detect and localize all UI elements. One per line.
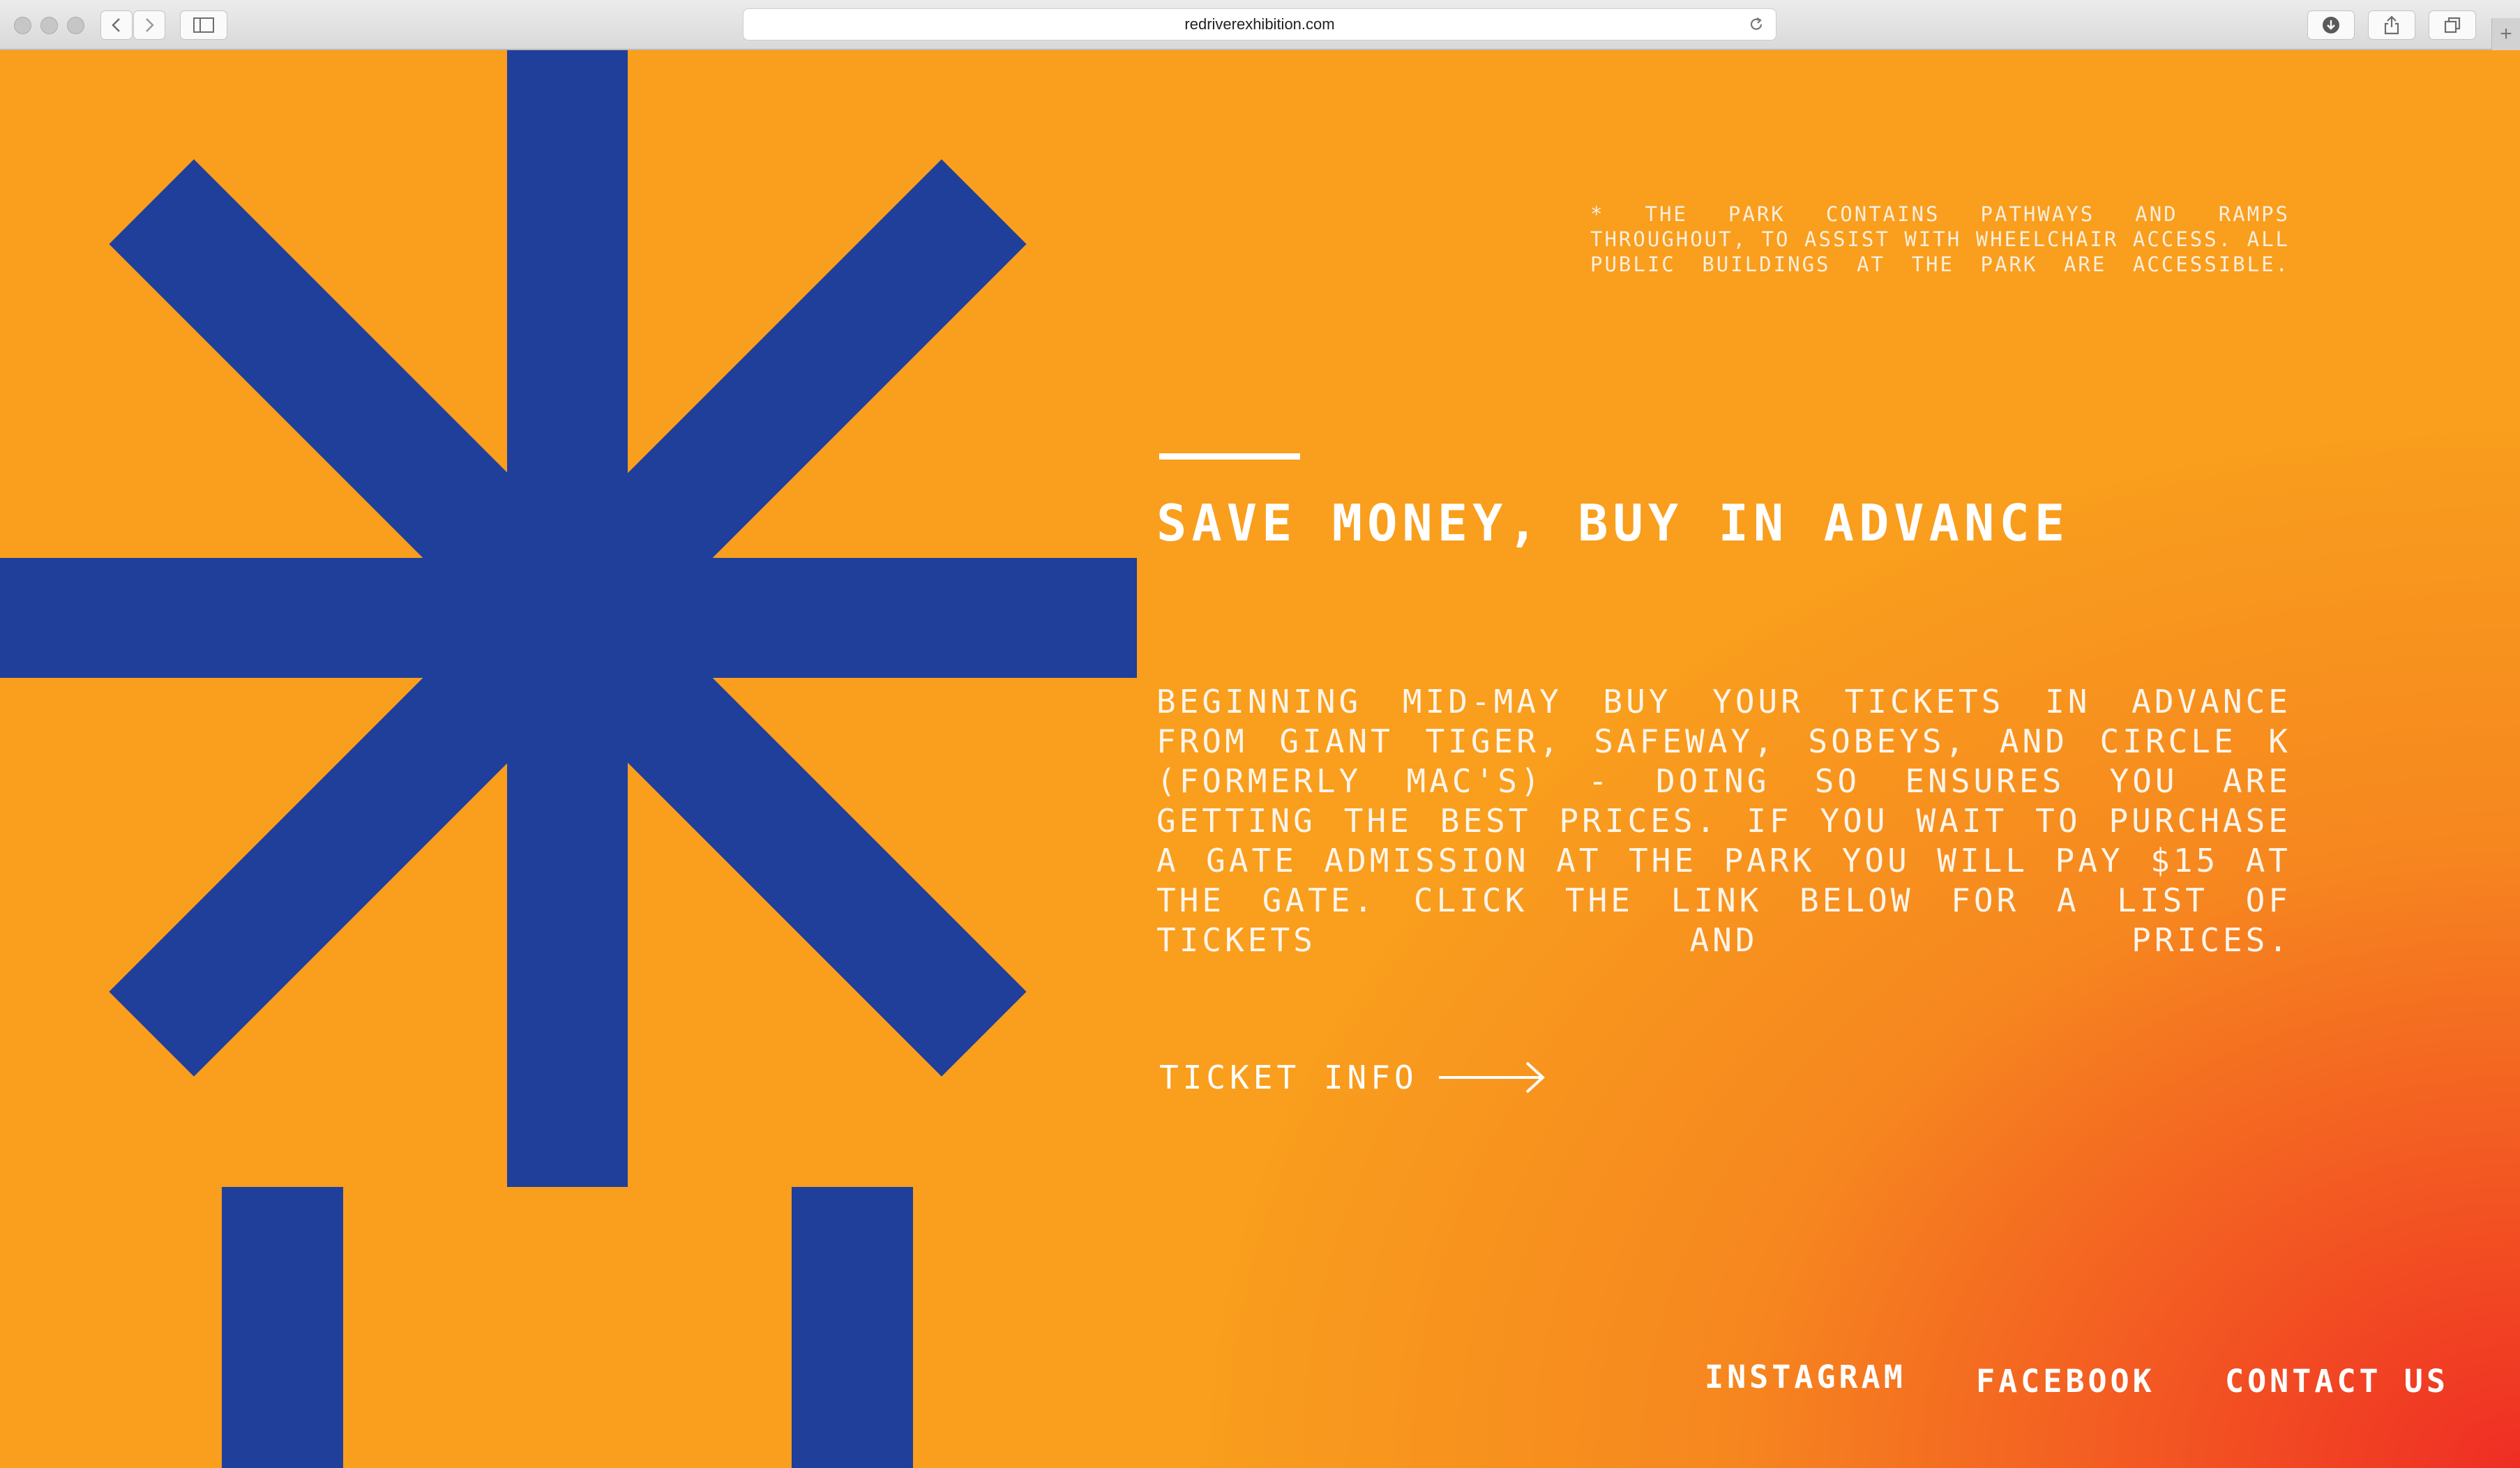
share-icon	[2384, 15, 2399, 35]
facebook-link[interactable]: FACEBOOK	[1976, 1363, 2155, 1400]
reload-icon[interactable]	[1748, 16, 1765, 33]
chevron-left-icon	[112, 18, 120, 32]
ticket-info-link[interactable]: TICKET INFO	[1159, 1059, 1545, 1096]
back-button[interactable]	[100, 10, 133, 40]
contact-us-link[interactable]: CONTACT US	[2225, 1363, 2449, 1400]
heading-divider	[1159, 453, 1300, 460]
url-text: redriverexhibition.com	[1184, 15, 1335, 33]
instagram-link[interactable]: INSTAGRAM	[1705, 1359, 1906, 1395]
ticket-info-label: TICKET INFO	[1159, 1059, 1418, 1096]
sidebar-button[interactable]	[180, 10, 227, 40]
share-button[interactable]	[2368, 10, 2415, 40]
arrow-right-icon	[1438, 1061, 1545, 1094]
downloads-button[interactable]	[2307, 10, 2355, 40]
page-title: SAVE MONEY, BUY IN ADVANCE	[1156, 494, 2070, 552]
forward-button[interactable]	[133, 10, 165, 40]
accessibility-note: * THE PARK CONTAINS PATHWAYS AND RAMPS T…	[1590, 202, 2290, 276]
browser-toolbar: redriverexhibition.com +	[0, 0, 2520, 50]
download-icon	[2323, 17, 2339, 33]
close-window-button[interactable]	[14, 17, 31, 34]
sidebar-icon	[193, 17, 214, 33]
page-viewport: * THE PARK CONTAINS PATHWAYS AND RAMPS T…	[0, 50, 2520, 1468]
graphic-leg-right	[792, 1187, 913, 1468]
address-bar[interactable]: redriverexhibition.com	[743, 8, 1776, 40]
minimize-window-button[interactable]	[40, 17, 58, 34]
tabs-button[interactable]	[2429, 10, 2476, 40]
graphic-leg-left	[222, 1187, 343, 1468]
advance-tickets-paragraph: BEGINNING MID-MAY BUY YOUR TICKETS IN AD…	[1156, 683, 2291, 959]
chevron-right-icon	[146, 18, 154, 32]
new-tab-button[interactable]: +	[2491, 18, 2520, 50]
tabs-icon	[2444, 17, 2461, 33]
plus-icon: +	[2500, 22, 2512, 45]
zoom-window-button[interactable]	[67, 17, 84, 34]
